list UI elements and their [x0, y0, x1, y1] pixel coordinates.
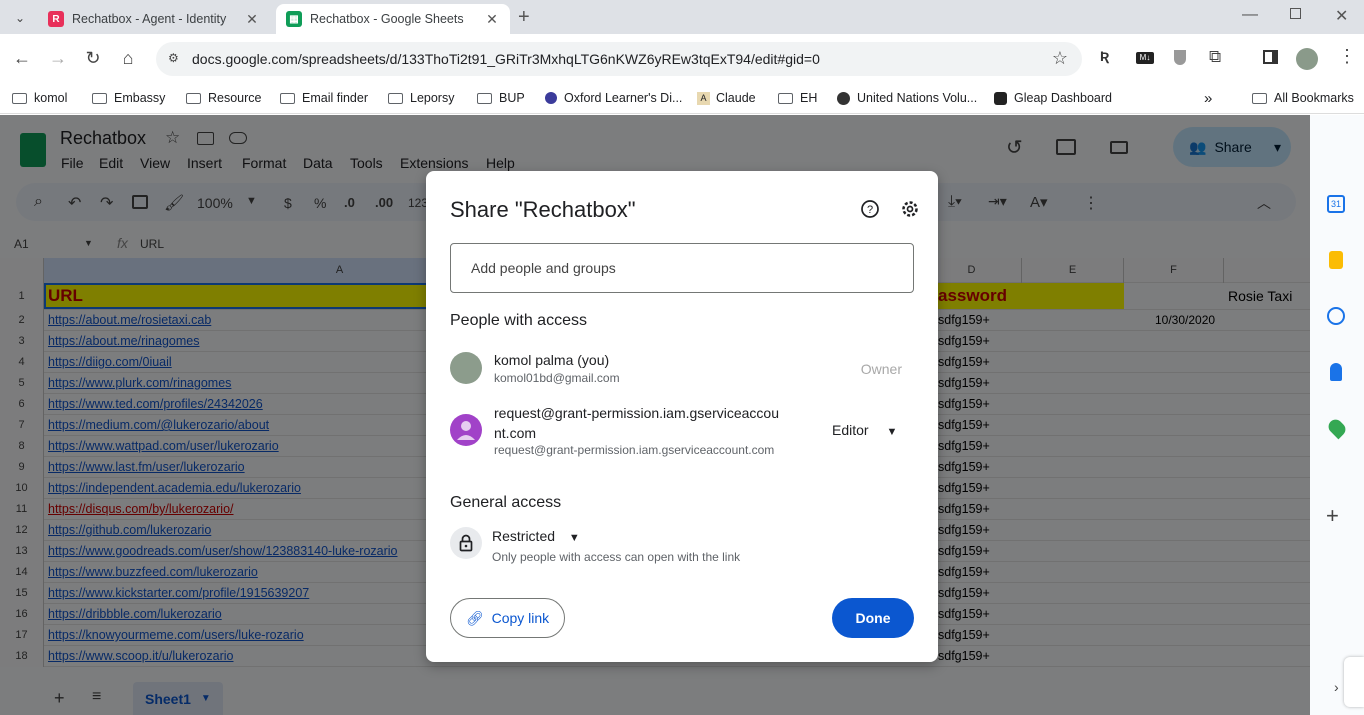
folder-icon: [778, 92, 793, 104]
tab-strip: ⌄ R Rechatbox - Agent - Identity ✕ ▦ Rec…: [0, 0, 1364, 34]
bookmark-oxford[interactable]: Oxford Learner's Di...: [545, 88, 682, 108]
browser-toolbar: ← → ↻ ⌂ ⚙ docs.google.com/spreadsheets/d…: [0, 34, 1364, 82]
all-bookmarks[interactable]: All Bookmarks: [1252, 88, 1354, 108]
share-dialog: Share "Rechatbox" ? Add people and group…: [426, 171, 938, 662]
bookmark-label: Embassy: [114, 91, 166, 105]
link-icon: 🔗︎: [465, 609, 484, 626]
editor-role-select[interactable]: Editor ▼: [832, 422, 897, 438]
tab-title: Rechatbox - Agent - Identity: [72, 12, 227, 26]
bookmark-eh[interactable]: EH: [778, 88, 817, 108]
copy-link-label: Copy link: [491, 610, 550, 626]
folder-icon: [12, 92, 27, 104]
bookmark-bup[interactable]: BUP: [477, 88, 525, 108]
close-tab-icon[interactable]: ✕: [484, 11, 500, 28]
owner-role: Owner: [860, 361, 902, 377]
browser-tab-google-sheets[interactable]: ▦ Rechatbox - Google Sheets ✕: [276, 4, 510, 34]
address-bar[interactable]: ⚙ docs.google.com/spreadsheets/d/133ThoT…: [156, 42, 1082, 76]
folder-icon: [280, 92, 295, 104]
browser-tab-agent-identity[interactable]: R Rechatbox - Agent - Identity ✕: [38, 4, 270, 34]
editor-role-label: Editor: [832, 422, 869, 438]
access-level-label: Restricted: [492, 528, 556, 544]
folder-icon: [1252, 92, 1267, 104]
more-bookmarks-icon[interactable]: »: [1204, 88, 1212, 108]
bookmark-leporsy[interactable]: Leporsy: [388, 88, 454, 108]
bookmark-label: Resource: [208, 91, 262, 105]
editor-avatar: [450, 414, 482, 446]
people-with-access-heading: People with access: [450, 312, 587, 329]
claude-icon: A: [697, 91, 710, 105]
bookmark-star-icon[interactable]: ☆: [1052, 48, 1068, 69]
bookmark-label: Leporsy: [410, 91, 455, 105]
folder-icon: [477, 92, 492, 104]
help-icon[interactable]: ?: [858, 197, 882, 221]
bookmark-email-finder[interactable]: Email finder: [280, 88, 368, 108]
close-window-icon[interactable]: ✕: [1335, 6, 1348, 26]
back-icon[interactable]: ←: [8, 44, 36, 72]
forward-icon[interactable]: →: [44, 44, 72, 72]
folder-icon: [92, 92, 107, 104]
bookmark-label: Gleap Dashboard: [1014, 91, 1112, 105]
general-access-heading: General access: [450, 494, 562, 511]
bookmark-label: Claude: [716, 91, 756, 105]
role-dropdown-icon[interactable]: ▼: [886, 426, 897, 438]
home-icon[interactable]: ⌂: [114, 44, 142, 72]
lock-icon: [450, 527, 482, 559]
side-panel-icon[interactable]: [1263, 50, 1278, 64]
bookmark-gleap[interactable]: Gleap Dashboard: [994, 88, 1112, 108]
oxford-icon: [545, 92, 557, 104]
editor-email: request@grant-permission.iam.gserviceacc…: [494, 443, 775, 457]
access-dropdown-icon[interactable]: ▼: [569, 532, 580, 544]
bookmarks-bar: komol Embassy Resource Email finder Lepo…: [0, 82, 1364, 114]
browser-menu-icon[interactable]: ⋮: [1338, 46, 1356, 67]
bookmark-resource[interactable]: Resource: [186, 88, 262, 108]
bookmark-label: Oxford Learner's Di...: [564, 91, 683, 105]
side-panel-spacer: [1310, 115, 1364, 715]
gleap-icon: [994, 91, 1007, 105]
extension-icon[interactable]: Ʀ: [1100, 48, 1109, 64]
bookmark-komol[interactable]: komol: [12, 88, 67, 108]
bookmark-label: komol: [34, 91, 68, 105]
bookmark-label: BUP: [499, 91, 525, 105]
dialog-title: Share "Rechatbox": [450, 197, 636, 222]
close-tab-icon[interactable]: ✕: [244, 11, 260, 28]
reload-icon[interactable]: ↻: [79, 44, 107, 72]
profile-avatar[interactable]: [1296, 48, 1318, 70]
person-row-editor: request@grant-permission.iam.gserviceacc…: [450, 403, 914, 459]
bookmark-claude[interactable]: A Claude: [697, 88, 756, 108]
owner-avatar: [450, 352, 482, 384]
bookmark-label: All Bookmarks: [1274, 91, 1354, 105]
sheets-favicon-icon: ▦: [286, 11, 302, 27]
site-info-icon[interactable]: ⚙: [168, 51, 179, 65]
bookmark-label: EH: [800, 91, 818, 105]
extensions-puzzle-icon[interactable]: ⧉: [1209, 47, 1221, 67]
owner-email: komol01bd@gmail.com: [494, 371, 620, 385]
add-people-input[interactable]: Add people and groups: [450, 243, 914, 293]
person-row-owner: komol palma (you) komol01bd@gmail.com Ow…: [450, 351, 914, 391]
settings-gear-icon[interactable]: [898, 197, 922, 221]
tab-title: Rechatbox - Google Sheets: [310, 12, 464, 26]
svg-text:?: ?: [867, 204, 873, 216]
folder-icon: [388, 92, 403, 104]
access-level-select[interactable]: Restricted ▼: [492, 528, 580, 544]
bookmark-label: Email finder: [302, 91, 368, 105]
tab-search-icon[interactable]: ⌄: [10, 8, 30, 28]
globe-icon: [837, 91, 850, 105]
new-tab-icon[interactable]: +: [518, 6, 530, 29]
markdown-extension-icon[interactable]: M↓: [1136, 52, 1154, 64]
bookmark-label: United Nations Volu...: [857, 91, 978, 105]
url-text: docs.google.com/spreadsheets/d/133ThoTi2…: [192, 51, 820, 67]
copy-link-button[interactable]: 🔗︎ Copy link: [450, 598, 565, 638]
restore-icon[interactable]: [1290, 8, 1301, 19]
access-description: Only people with access can open with th…: [492, 550, 741, 564]
bookmark-united-nations[interactable]: United Nations Volu...: [837, 88, 977, 108]
bookmark-embassy[interactable]: Embassy: [92, 88, 165, 108]
shield-icon[interactable]: [1174, 50, 1186, 65]
minimize-icon[interactable]: —: [1242, 6, 1258, 24]
owner-name: komol palma (you): [494, 352, 610, 368]
editor-name-line2: nt.com: [494, 425, 537, 441]
rechatbox-favicon-icon: R: [48, 11, 64, 27]
folder-icon: [186, 92, 201, 104]
editor-name-line1: request@grant-permission.iam.gserviceacc…: [494, 405, 779, 421]
done-button[interactable]: Done: [832, 598, 914, 638]
